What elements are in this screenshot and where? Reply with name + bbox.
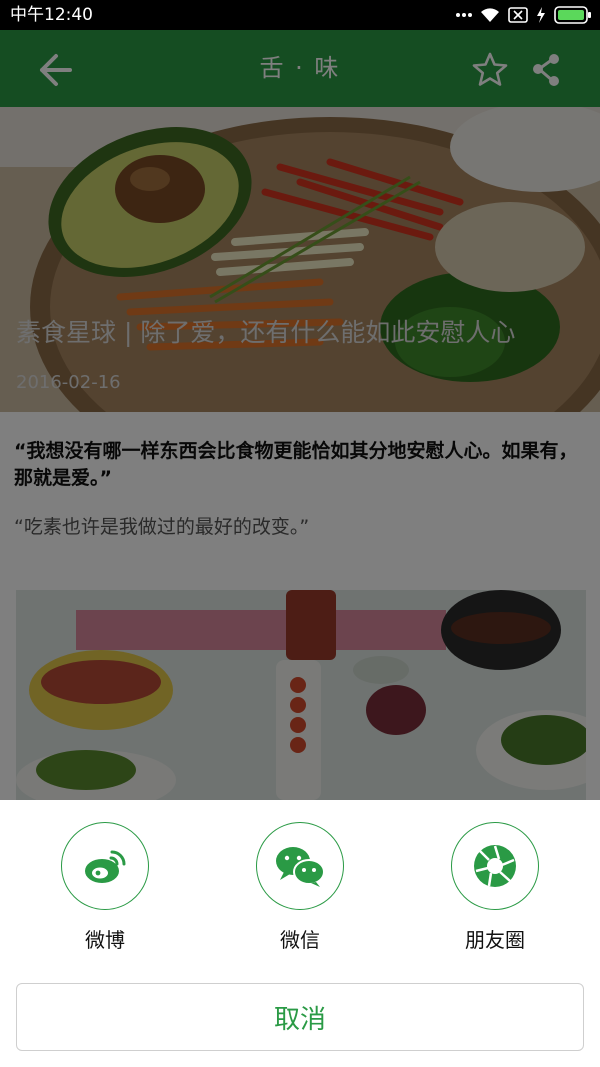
signal-dots-icon bbox=[456, 13, 472, 17]
wechat-button[interactable] bbox=[256, 822, 344, 910]
share-option-label: 微信 bbox=[280, 928, 320, 952]
weibo-icon bbox=[85, 850, 126, 883]
status-bar: 中午12:40 bbox=[0, 0, 600, 30]
wifi-icon bbox=[481, 8, 499, 22]
share-option-label: 微博 bbox=[85, 928, 125, 952]
share-option-moments[interactable]: 朋友圈 bbox=[445, 822, 545, 953]
share-option-wechat[interactable]: 微信 bbox=[250, 822, 350, 953]
status-icons bbox=[456, 3, 592, 27]
moments-button[interactable] bbox=[451, 822, 539, 910]
modal-overlay[interactable] bbox=[0, 30, 600, 800]
status-time: 中午12:40 bbox=[10, 5, 93, 25]
no-sim-icon bbox=[508, 7, 528, 23]
share-option-weibo[interactable]: 微博 bbox=[55, 822, 155, 953]
charging-icon bbox=[537, 7, 545, 23]
share-option-label: 朋友圈 bbox=[465, 928, 525, 952]
weibo-button[interactable] bbox=[61, 822, 149, 910]
wechat-icon bbox=[276, 847, 325, 887]
battery-icon bbox=[554, 6, 591, 24]
cancel-button[interactable]: 取消 bbox=[16, 983, 584, 1051]
moments-icon bbox=[474, 845, 516, 887]
